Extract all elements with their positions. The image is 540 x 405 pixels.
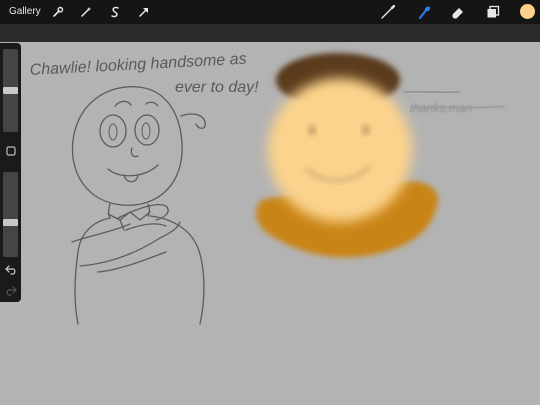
layers-icon[interactable] <box>485 4 501 20</box>
smudge-icon[interactable] <box>416 4 432 20</box>
scribble-note: thanks,man <box>403 90 506 115</box>
magic-wand-icon[interactable] <box>78 4 94 20</box>
wrench-icon[interactable] <box>50 4 66 20</box>
opacity-slider[interactable] <box>3 172 18 257</box>
brush-size-thumb[interactable] <box>3 87 18 94</box>
eraser-icon[interactable] <box>450 4 466 20</box>
gallery-button[interactable]: Gallery <box>9 5 41 18</box>
drawing-canvas[interactable]: Chawlie! looking handsome as ever to day… <box>0 42 540 405</box>
top-toolbar: Gallery <box>0 0 540 24</box>
caption-line-2: ever to day! <box>175 79 259 96</box>
transform-arrow-icon[interactable] <box>136 4 152 20</box>
undo-icon[interactable] <box>3 263 18 277</box>
caption-line-1: Chawlie! looking handsome as <box>29 51 247 79</box>
opacity-thumb[interactable] <box>3 219 18 226</box>
smudged-portrait <box>256 53 439 258</box>
square-modify-icon[interactable] <box>3 144 18 158</box>
canvas-header-strip <box>0 24 540 42</box>
brush-size-slider[interactable] <box>3 49 18 132</box>
selection-icon[interactable] <box>107 4 123 20</box>
color-swatch-button[interactable] <box>520 4 535 19</box>
sketch-character <box>71 86 206 325</box>
brush-icon[interactable] <box>380 4 396 20</box>
redo-icon[interactable] <box>3 284 18 298</box>
left-sidebar <box>0 43 21 302</box>
